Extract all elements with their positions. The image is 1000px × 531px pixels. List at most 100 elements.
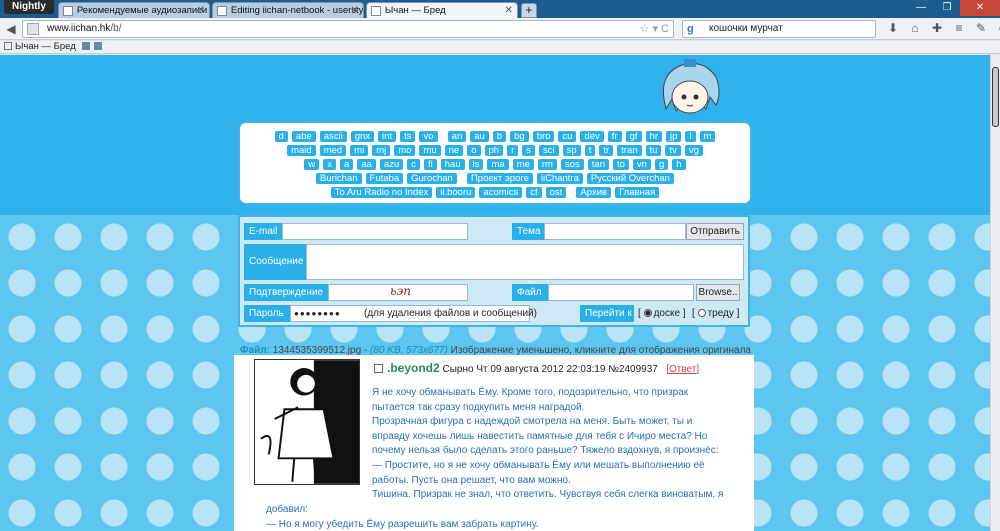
board-link[interactable]: mi — [350, 145, 369, 156]
board-link[interactable]: ii.booru — [436, 187, 476, 198]
board-link[interactable]: abe — [291, 131, 316, 142]
board-link[interactable]: x — [323, 159, 337, 170]
board-link[interactable]: ts — [400, 131, 416, 142]
board-link[interactable]: hr — [645, 131, 662, 142]
board-link[interactable]: aa — [357, 159, 376, 170]
board-link[interactable]: Русский Overchan — [586, 173, 674, 184]
new-tab-button[interactable]: + — [520, 3, 537, 18]
post-checkbox[interactable] — [374, 364, 383, 373]
board-link[interactable]: ost — [545, 187, 567, 198]
tab-userstyles[interactable]: Editing iichan-netbook - userstyles.org … — [211, 2, 364, 18]
board-link[interactable]: b — [492, 131, 507, 142]
board-link[interactable]: ne — [444, 145, 464, 156]
board-link[interactable]: a — [340, 159, 354, 170]
board-link[interactable]: me — [512, 159, 534, 170]
board-link[interactable]: maid — [287, 145, 316, 156]
search-input[interactable]: g кошочки мурчат — [682, 20, 876, 38]
home-icon[interactable]: ⌂ — [908, 21, 922, 35]
stylish-icon[interactable]: ✎ — [974, 21, 988, 35]
board-link[interactable]: iiChantra — [536, 173, 583, 184]
post-number[interactable]: №2409937 — [608, 364, 658, 375]
board-link[interactable]: Архив — [576, 187, 612, 198]
board-link[interactable]: bg — [510, 131, 529, 142]
board-link[interactable]: o — [467, 145, 481, 156]
greasemonkey-icon[interactable]: ☺ — [996, 21, 1000, 35]
board-link[interactable]: To Aru Radio no Index — [330, 187, 433, 198]
board-link[interactable]: Futaba — [365, 173, 404, 184]
board-link[interactable]: fi — [424, 159, 437, 170]
close-tab-icon[interactable]: ✕ — [351, 3, 359, 18]
addons-icon[interactable]: ✚ — [930, 21, 944, 35]
board-link[interactable]: m — [699, 131, 716, 142]
close-tab-icon[interactable]: ✕ — [505, 3, 513, 18]
app-menu-button[interactable]: Nightly — [4, 0, 54, 14]
board-link[interactable]: Burichan — [316, 173, 362, 184]
board-link[interactable]: sos — [560, 159, 584, 170]
maximize-icon[interactable]: ❐ — [934, 0, 960, 16]
board-link[interactable]: vg — [684, 145, 703, 156]
bookmark-icon-2[interactable] — [94, 42, 103, 50]
board-link[interactable]: azu — [379, 159, 404, 170]
board-link[interactable]: tan — [587, 159, 609, 170]
board-link[interactable]: tv — [665, 145, 681, 156]
board-link[interactable]: ph — [484, 145, 504, 156]
board-link[interactable]: gf — [625, 131, 642, 142]
board-link[interactable]: mo — [394, 145, 416, 156]
subject-field[interactable] — [544, 223, 686, 240]
board-link[interactable]: sp — [562, 145, 581, 156]
board-link[interactable]: bro — [532, 131, 555, 142]
board-link[interactable]: med — [319, 145, 347, 156]
post-image-thumbnail[interactable] — [254, 359, 360, 485]
google-search-engine-icon[interactable]: g — [687, 23, 699, 35]
tab-audio[interactable]: Рекомендуемые аудиозаписи ✕ — [57, 2, 210, 18]
board-link[interactable]: to — [612, 159, 629, 170]
board-link[interactable]: mj — [372, 145, 391, 156]
board-link[interactable]: tu — [645, 145, 662, 156]
board-link[interactable]: h — [672, 159, 686, 170]
board-link[interactable]: au — [470, 131, 489, 142]
message-textarea[interactable] — [306, 244, 744, 280]
board-link[interactable]: r — [507, 145, 519, 156]
board-link[interactable]: an — [447, 131, 467, 142]
close-window-icon[interactable]: ✕ — [960, 0, 1000, 16]
bookmark-item[interactable]: Ычан — Бред — [15, 41, 76, 52]
goto-board-option[interactable]: [ доске ] — [638, 305, 686, 322]
goto-thread-option[interactable]: [ треду ] — [692, 305, 739, 322]
file-path-field[interactable] — [548, 284, 694, 301]
close-tab-icon[interactable]: ✕ — [197, 3, 205, 18]
board-link[interactable]: w — [304, 159, 320, 170]
board-link[interactable]: s — [522, 145, 536, 156]
board-link[interactable]: ls — [468, 159, 484, 170]
board-link[interactable]: cf — [526, 187, 542, 198]
board-link[interactable]: mu — [419, 145, 441, 156]
goto-board-radio[interactable] — [643, 309, 652, 317]
tab-iichan[interactable]: Ычан — Бред ✕ — [365, 2, 518, 18]
reply-link[interactable]: [Ответ] — [666, 364, 699, 375]
board-link[interactable]: Gurochan — [407, 173, 457, 184]
board-link[interactable]: l — [685, 131, 696, 142]
board-link[interactable]: hau — [440, 159, 465, 170]
board-link[interactable]: ma — [487, 159, 509, 170]
board-link[interactable]: c — [407, 159, 420, 170]
board-link[interactable]: cu — [558, 131, 577, 142]
board-link[interactable]: t — [584, 145, 596, 156]
site-identity-icon[interactable] — [27, 23, 39, 35]
page-scrollbar[interactable] — [990, 55, 1000, 531]
bookmark-icon-1[interactable] — [82, 42, 91, 50]
board-link[interactable]: tr — [599, 145, 614, 156]
board-link[interactable]: tran — [617, 145, 642, 156]
board-link[interactable]: Проект эроге — [466, 173, 533, 184]
download-icon[interactable]: ⬇ — [886, 21, 900, 35]
board-link[interactable]: gnx — [350, 131, 375, 142]
back-icon[interactable]: ◀ — [3, 21, 19, 37]
board-link[interactable]: d — [274, 131, 288, 142]
bookmark-star-icon[interactable]: ☆ ▾ C — [640, 21, 669, 37]
board-link[interactable]: jp — [666, 131, 682, 142]
email-field[interactable] — [282, 223, 468, 240]
board-link[interactable]: vn — [632, 159, 651, 170]
goto-thread-radio[interactable] — [697, 309, 706, 317]
board-link[interactable]: int — [378, 131, 397, 142]
board-link[interactable]: vo — [419, 131, 438, 142]
minimize-icon[interactable]: — — [908, 0, 934, 16]
board-link[interactable]: rm — [537, 159, 557, 170]
